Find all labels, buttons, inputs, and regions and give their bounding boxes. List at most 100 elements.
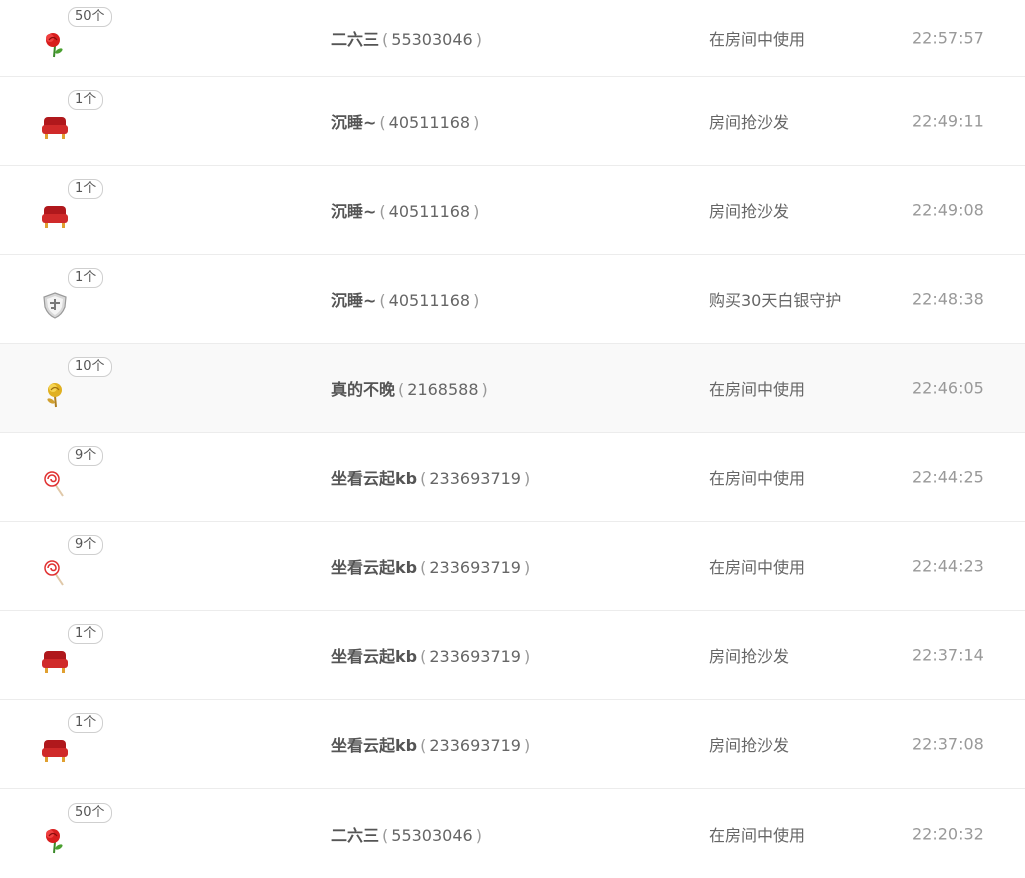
user-name: 坐看云起kb [331,558,418,577]
user-id: 55303046 [391,825,473,845]
gift-cell: 50个 [40,0,130,76]
user-name: 坐看云起kb [331,647,418,666]
timestamp: 22:44:23 [912,556,984,576]
count-badge: 9个 [68,446,104,466]
gift-cell: 1个 [40,77,130,165]
count-badge: 1个 [68,179,104,199]
timestamp: 22:37:14 [912,645,984,665]
sofa-icon [40,201,70,231]
table-row: 50个 二六三(55303046) 在房间中使用 22:57:57 [0,0,1025,77]
sofa-icon [40,646,70,676]
table-row: 50个 二六三(55303046) 在房间中使用 22:20:32 [0,789,1025,878]
user-id: 40511168 [388,291,471,310]
action-text: 房间抢沙发 [709,202,790,221]
rose-icon [40,825,70,855]
open-paren: ( [382,30,389,49]
table-row: 9个 坐看云起kb(233693719) 在房间中使用 22:44:25 [0,433,1025,522]
user-name: 坐看云起kb [331,736,418,755]
close-paren: ) [523,736,531,755]
lollipop-icon [40,468,70,498]
action-text: 在房间中使用 [709,30,806,49]
lollipop-icon [40,557,70,587]
gift-cell: 10个 [40,344,130,432]
rose-icon [40,29,70,59]
sofa-icon [40,735,70,765]
user-id: 40511168 [388,202,471,221]
user-cell: 坐看云起kb(233693719) [331,465,533,489]
table-row: 10个 真的不晚(2168588) 在房间中使用 22:46:05 [0,344,1025,433]
gift-cell: 50个 [40,789,130,878]
golden-rose-icon [40,379,70,409]
user-name: 沉睡~ [331,291,377,310]
close-paren: ) [475,30,482,49]
table-row: 1个 沉睡~(40511168) 房间抢沙发 22:49:08 [0,166,1025,255]
count-badge: 1个 [68,713,104,733]
guard-shield-icon [40,290,70,320]
action-text: 在房间中使用 [709,380,806,399]
close-paren: ) [475,825,482,845]
user-cell: 坐看云起kb(233693719) [331,732,533,756]
user-name: 二六三 [331,825,380,845]
count-badge: 10个 [68,357,112,377]
gift-cell: 9个 [40,522,130,610]
open-paren: ( [379,291,386,310]
user-id: 2168588 [407,380,479,399]
action-text: 在房间中使用 [709,825,806,845]
gift-cell: 1个 [40,166,130,254]
user-cell: 沉睡~(40511168) [331,109,482,133]
table-row: 9个 坐看云起kb(233693719) 在房间中使用 22:44:23 [0,522,1025,611]
count-badge: 9个 [68,535,104,555]
close-paren: ) [473,291,480,310]
timestamp: 22:46:05 [912,378,984,398]
table-row: 1个 坐看云起kb(233693719) 房间抢沙发 22:37:08 [0,700,1025,789]
count-badge: 1个 [68,624,104,644]
action-text: 在房间中使用 [709,469,806,488]
timestamp: 22:57:57 [912,28,984,48]
close-paren: ) [481,380,488,399]
sofa-icon [40,112,70,142]
gift-cell: 1个 [40,255,130,343]
user-name: 真的不晚 [331,380,396,399]
user-cell: 坐看云起kb(233693719) [331,643,533,667]
open-paren: ( [420,558,427,577]
user-name: 二六三 [331,30,380,49]
action-text: 房间抢沙发 [709,113,790,132]
table-row: 1个 坐看云起kb(233693719) 房间抢沙发 22:37:14 [0,611,1025,700]
user-id: 55303046 [391,30,473,49]
table-row: 1个 沉睡~(40511168) 购买30天白银守护 22:48:38 [0,255,1025,344]
action-text: 在房间中使用 [709,558,806,577]
close-paren: ) [473,202,480,221]
open-paren: ( [420,736,427,755]
count-badge: 1个 [68,90,104,110]
user-name: 沉睡~ [331,113,377,132]
user-id: 233693719 [429,736,521,755]
count-badge: 1个 [68,268,104,288]
count-badge: 50个 [68,802,112,823]
open-paren: ( [382,825,389,845]
user-cell: 真的不晚(2168588) [331,376,491,400]
open-paren: ( [379,202,386,221]
timestamp: 22:49:11 [912,111,984,131]
action-text: 房间抢沙发 [709,736,790,755]
action-text: 房间抢沙发 [709,647,790,666]
user-name: 坐看云起kb [331,469,418,488]
user-id: 233693719 [429,647,521,666]
gift-cell: 9个 [40,433,130,521]
user-cell: 坐看云起kb(233693719) [331,554,533,578]
user-id: 40511168 [388,113,471,132]
table-row: 1个 沉睡~(40511168) 房间抢沙发 22:49:11 [0,77,1025,166]
action-text: 购买30天白银守护 [709,291,842,310]
gift-cell: 1个 [40,611,130,699]
open-paren: ( [379,113,386,132]
gift-record-list: 50个 二六三(55303046) 在房间中使用 22:57:57 1个 沉睡~… [0,0,1025,878]
timestamp: 22:44:25 [912,467,984,487]
gift-cell: 1个 [40,700,130,788]
user-id: 233693719 [429,469,521,488]
open-paren: ( [420,647,427,666]
count-badge: 50个 [68,7,112,27]
user-cell: 二六三(55303046) [331,822,485,846]
open-paren: ( [398,380,405,399]
timestamp: 22:20:32 [912,824,984,843]
user-id: 233693719 [429,558,521,577]
timestamp: 22:49:08 [912,200,984,220]
